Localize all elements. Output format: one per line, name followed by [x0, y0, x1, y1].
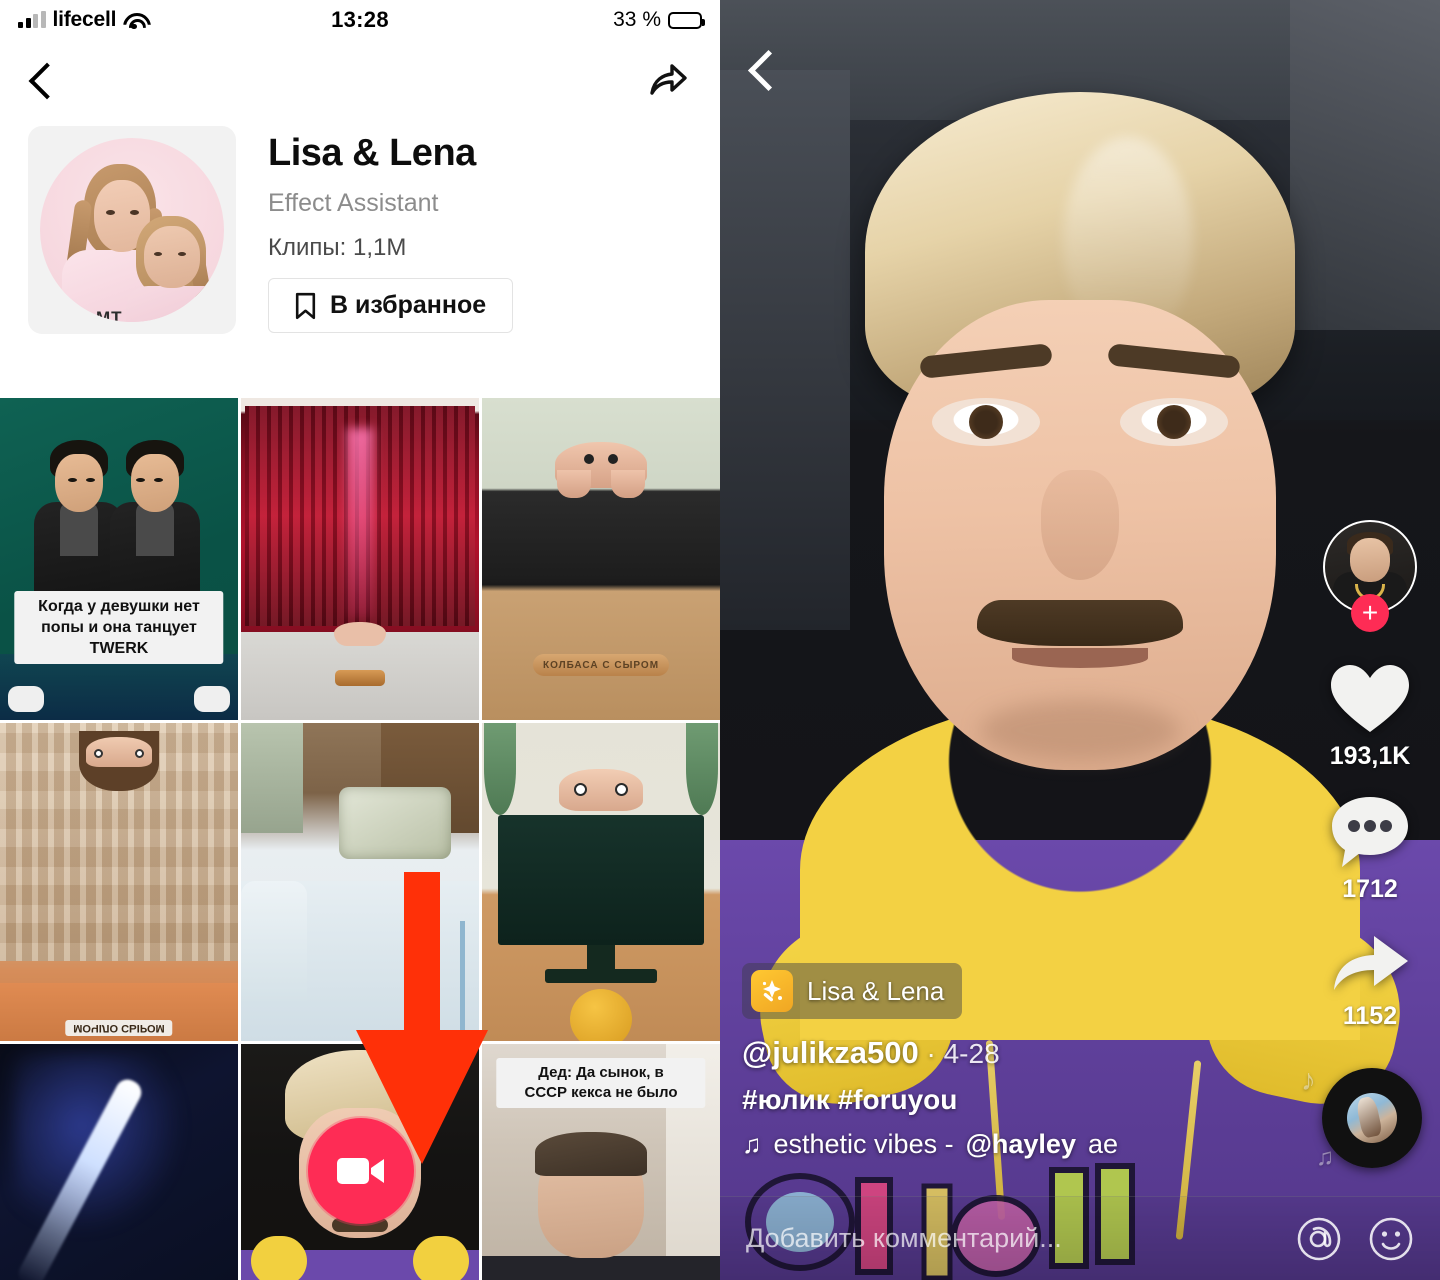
heart-icon [1331, 665, 1409, 732]
status-bar-clock: 13:28 [331, 7, 389, 32]
comment-bubble-icon [1332, 797, 1408, 867]
thumbnail-caption: Когда у девушки нет попы и она танцует T… [14, 590, 224, 664]
share-icon[interactable] [644, 59, 690, 101]
magic-wand-effect-icon [751, 970, 793, 1012]
music-suffix: ae [1087, 1129, 1119, 1159]
grid-video-thumbnail[interactable] [241, 398, 479, 720]
music-note-icon: ♫ [742, 1129, 762, 1159]
tiktok-effect-page-screenshot: lifecell 13:28 33 % MT Lisa & Lena Effec… [0, 0, 1440, 1280]
effect-avatar: MT [28, 126, 236, 334]
status-bar: lifecell 13:28 33 % [0, 0, 720, 40]
effect-nav-bar [0, 40, 720, 120]
grid-video-thumbnail[interactable]: Дед: Да сынок, в СССР кекса не было [482, 1044, 720, 1280]
effect-detail-panel: lifecell 13:28 33 % MT Lisa & Lena Effec… [0, 0, 720, 1280]
video-action-rail: + 193,1K 1712 1152 [1318, 520, 1422, 1055]
grid-video-thumbnail[interactable]: КОЛБАСА С СЫРОМ [482, 398, 720, 720]
back-button[interactable] [30, 61, 52, 99]
effect-chip-label: Lisa & Lena [807, 975, 945, 1006]
plus-follow-icon[interactable]: + [1351, 594, 1389, 632]
emoji-smiley-icon[interactable] [1368, 1216, 1414, 1262]
effect-header: MT Lisa & Lena Effect Assistant Клипы: 1… [0, 120, 720, 334]
grid-video-thumbnail[interactable] [241, 723, 479, 1041]
music-title: esthetic vibes - [773, 1129, 954, 1159]
video-music-row[interactable]: ♫ esthetic vibes - @hayley ae [742, 1129, 1302, 1160]
comment-count: 1712 [1342, 875, 1398, 903]
music-note-icon: ♪ [1301, 1064, 1316, 1097]
add-to-favorites-label: В избранное [330, 291, 487, 319]
comment-input-bar [720, 1196, 1440, 1280]
record-button[interactable] [308, 1118, 414, 1224]
music-author: @hayley [965, 1129, 1076, 1159]
author-avatar-button[interactable]: + [1323, 520, 1417, 632]
share-button[interactable]: 1152 [1328, 928, 1412, 1031]
battery-percent: 33 % [613, 8, 661, 31]
status-bar-right: 33 % [613, 8, 705, 32]
share-count: 1152 [1342, 1002, 1398, 1030]
back-button[interactable] [750, 48, 774, 92]
effect-info: Lisa & Lena Effect Assistant Клипы: 1,1M… [268, 126, 514, 334]
like-count: 193,1K [1329, 742, 1411, 770]
grid-video-thumbnail[interactable] [482, 723, 720, 1041]
video-hashtags[interactable]: #юлик #foruyou [742, 1084, 1302, 1116]
comment-input[interactable] [746, 1223, 1270, 1254]
caption-separator: · [918, 1038, 944, 1069]
add-to-favorites-button[interactable]: В избранное [268, 278, 514, 333]
video-date: 4-28 [943, 1038, 1000, 1069]
effect-clip-count: Клипы: 1,1M [268, 234, 407, 261]
effect-subtitle: Effect Assistant [268, 189, 439, 217]
share-arrow-icon [1334, 936, 1408, 990]
battery-icon [668, 11, 705, 29]
effect-title: Lisa & Lena [268, 132, 476, 174]
thumbnail-inline-text: МОЧІЛО СЫРОМ [65, 1020, 173, 1036]
like-button[interactable]: 193,1K [1329, 662, 1411, 771]
video-caption-block: Lisa & Lena @julikza500 · 4-28 #юлик #fo… [742, 963, 1302, 1160]
grid-video-thumbnail[interactable] [0, 1044, 238, 1280]
thumbnail-caption: Дед: Да сынок, в СССР кекса не было [496, 1058, 706, 1108]
effect-chip[interactable]: Lisa & Lena [742, 963, 963, 1019]
grid-video-thumbnail[interactable]: Когда у девушки нет попы и она танцует T… [0, 398, 238, 720]
comment-button[interactable]: 1712 [1330, 795, 1410, 904]
grid-video-thumbnail[interactable]: МОЧІЛО СЫРОМ [0, 723, 238, 1041]
author-username: @julikza500 [742, 1035, 919, 1070]
thumbnail-inline-text: КОЛБАСА С СЫРОМ [542, 660, 660, 671]
video-player-panel: + 193,1K 1712 1152 ♪ ♫ Lisa & Lena @juli… [720, 0, 1440, 1280]
music-disc-button[interactable] [1322, 1068, 1422, 1168]
bookmark-icon [295, 292, 316, 319]
video-author[interactable]: @julikza500 · 4-28 [742, 1035, 1302, 1071]
at-mention-icon[interactable] [1296, 1216, 1342, 1262]
video-camera-icon [337, 1158, 384, 1184]
album-art [1347, 1093, 1397, 1143]
